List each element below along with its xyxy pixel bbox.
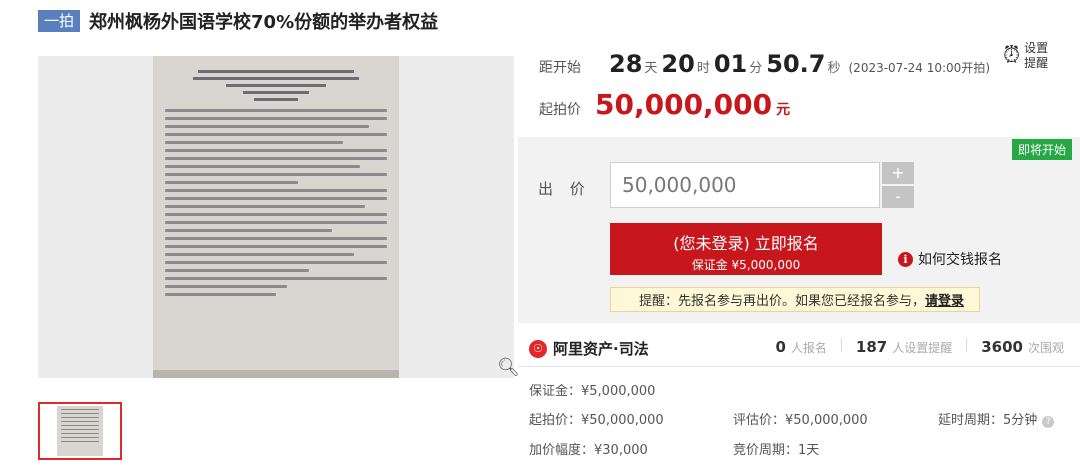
signup-deposit-label: 保证金 ¥5,000,000 <box>691 258 801 272</box>
how-to-pay-label: 如何交钱报名 <box>918 252 1002 268</box>
zoom-magnifier-icon[interactable]: 🔍︎ <box>497 357 520 378</box>
platform-name: 阿里资产·司法 <box>553 340 649 358</box>
main-document-image[interactable] <box>153 56 399 378</box>
auction-start-time: (2023-07-24 10:00开拍) <box>848 61 991 75</box>
countdown-label: 距开始 <box>539 60 581 76</box>
signup-button-label: (您未登录) 立即报名 <box>673 234 819 253</box>
countdown-seconds-unit: 秒 <box>827 61 841 76</box>
login-notice: 提醒：先报名参与再出价。如果您已经报名参与， 请登录 <box>610 287 980 312</box>
reminder-line1: 设置 <box>1024 41 1049 55</box>
start-price-unit: 元 <box>776 102 791 118</box>
set-reminder-button[interactable]: ⏰︎ 设置 提醒 <box>1003 41 1048 71</box>
auction-title-bar: 一拍 郑州枫杨外国语学校70%份额的举办者权益 <box>38 8 438 34</box>
remind-count-label: 人设置提醒 <box>892 341 953 355</box>
alarm-clock-icon: ⏰︎ <box>1003 43 1021 68</box>
thumbnail-selected[interactable] <box>38 402 122 460</box>
detail-deposit: 保证金：¥5,000,000 <box>529 384 656 399</box>
countdown-seconds: 50.7 <box>766 50 826 78</box>
platform-stats-row: ☉ 阿里资产·司法 0 人报名 187 人设置提醒 3600 次围观 <box>518 331 1080 367</box>
detail-appraisal: 评估价：¥50,000,000 <box>733 413 868 428</box>
ali-asset-logo-icon: ☉ <box>529 339 547 358</box>
start-price-value: 50,000,000 <box>595 88 773 121</box>
decrease-bid-button[interactable]: - <box>882 186 914 208</box>
bid-label: 出 价 <box>538 180 591 198</box>
view-count: 3600 <box>981 338 1023 356</box>
start-price-label: 起拍价 <box>539 102 581 118</box>
detail-start-price: 起拍价：¥50,000,000 <box>529 413 664 428</box>
bid-amount-input[interactable]: 50,000,000 <box>610 162 880 208</box>
countdown-days: 28 <box>609 50 643 78</box>
remind-count: 187 <box>855 338 888 356</box>
detail-extension: 延时周期：5分钟? <box>938 409 1055 428</box>
signup-button[interactable]: (您未登录) 立即报名 保证金 ¥5,000,000 <box>610 223 882 275</box>
signup-count: 0 <box>775 338 786 356</box>
notice-text: 提醒：先报名参与再出价。如果您已经报名参与， <box>639 294 926 309</box>
login-link[interactable]: 请登录 <box>925 290 964 309</box>
info-icon: i <box>898 251 913 267</box>
countdown-hours-unit: 时 <box>696 61 710 76</box>
countdown-days-unit: 天 <box>644 61 658 76</box>
auction-stats: 0 人报名 187 人设置提醒 3600 次围观 <box>775 338 1064 356</box>
countdown-hours: 20 <box>661 50 695 78</box>
bid-stepper: + - <box>882 162 914 210</box>
platform-logo[interactable]: ☉ 阿里资产·司法 <box>529 338 649 359</box>
bid-panel: 即将开始 出 价 50,000,000 + - (您未登录) 立即报名 保证金 … <box>518 137 1080 323</box>
auction-round-badge: 一拍 <box>38 10 81 32</box>
countdown-minutes: 01 <box>713 50 748 78</box>
status-badge: 即将开始 <box>1011 139 1072 160</box>
view-count-label: 次围观 <box>1027 341 1064 355</box>
start-price-row: 起拍价 50,000,000 元 <box>539 88 790 121</box>
countdown-row: 距开始 28 天 20 时 01 分 50.7 秒 (2023-07-24 10… <box>539 50 990 78</box>
countdown-minutes-unit: 分 <box>749 61 763 76</box>
signup-count-label: 人报名 <box>790 341 827 355</box>
how-to-pay-link[interactable]: i 如何交钱报名 <box>898 249 1002 269</box>
reminder-line2: 提醒 <box>1024 56 1049 70</box>
detail-cycle: 竞价周期：1天 <box>733 443 820 458</box>
page-title: 郑州枫杨外国语学校70%份额的举办者权益 <box>89 12 439 33</box>
detail-increment: 加价幅度：¥30,000 <box>529 443 648 458</box>
detail-extension-text: 延时周期：5分钟 <box>938 413 1038 428</box>
increase-bid-button[interactable]: + <box>882 162 914 184</box>
help-icon[interactable]: ? <box>1042 416 1055 428</box>
